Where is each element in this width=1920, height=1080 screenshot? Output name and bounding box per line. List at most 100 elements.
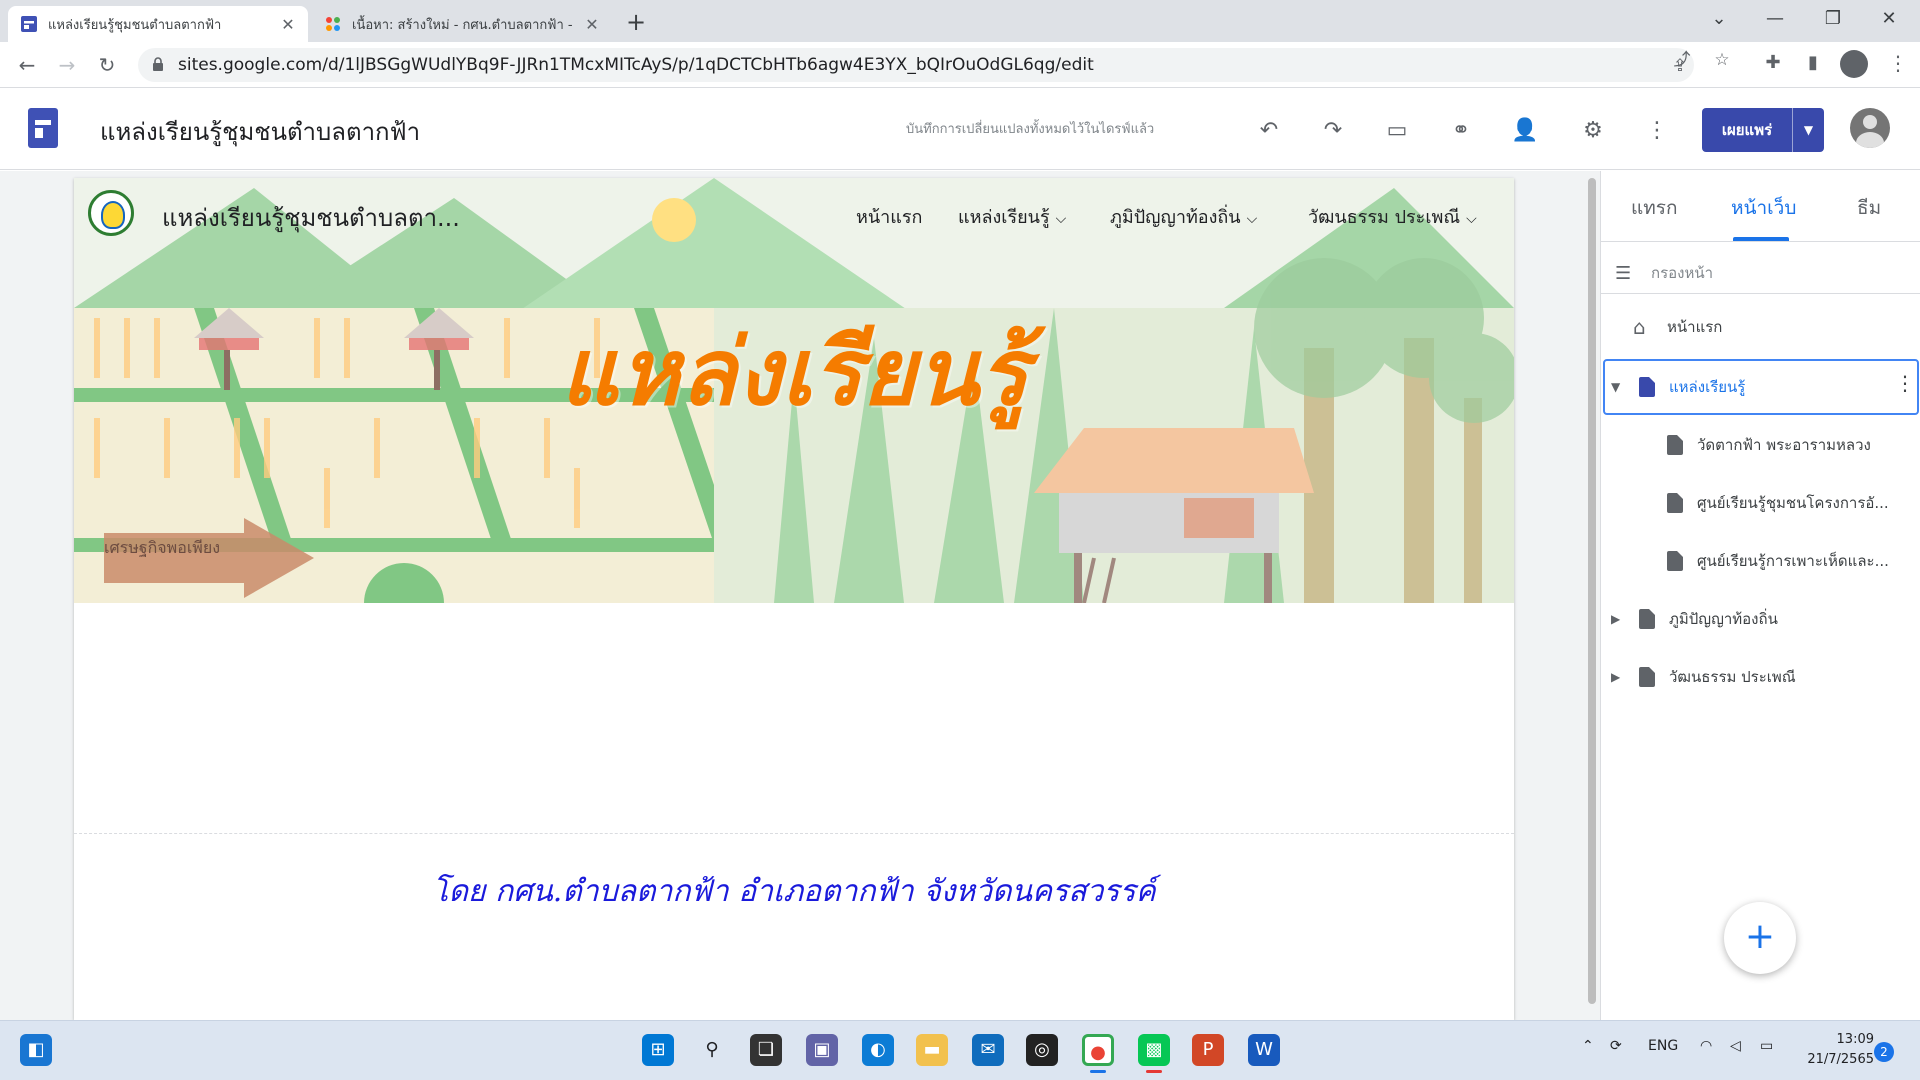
more-options-icon[interactable]: ⋮ — [1642, 116, 1672, 146]
tab-pages[interactable]: หน้าเว็บ — [1731, 193, 1796, 223]
tab-themes[interactable]: ธีม — [1857, 193, 1881, 223]
tab-insert[interactable]: แทรก — [1631, 193, 1677, 223]
search-icon[interactable]: ⚲ — [696, 1034, 728, 1066]
hero-title[interactable]: แหล่งเรียนรู้ — [554, 298, 1034, 445]
browser-menu-icon[interactable]: ⋮ — [1886, 50, 1910, 76]
share-page-icon[interactable]: ⤴ — [1672, 50, 1692, 70]
nav-learning[interactable]: แหล่งเรียนรู้ ⌵ — [958, 202, 1066, 231]
page-more-options-icon[interactable]: ⋮ — [1895, 371, 1915, 395]
undo-icon[interactable]: ↶ — [1254, 116, 1284, 146]
preview-devices-icon[interactable]: ▭ — [1382, 116, 1412, 146]
page-item-sub2[interactable]: ศูนย์เรียนรู้ชุมชนโครงการอั... — [1667, 487, 1913, 519]
edge-icon[interactable]: ◐ — [862, 1034, 894, 1066]
show-hidden-icons-icon[interactable]: ⌃ — [1582, 1038, 1594, 1054]
section-divider — [74, 833, 1514, 834]
save-status: บันทึกการเปลี่ยนแปลงทั้งหมดไว้ในไดรฟ์แล้… — [906, 122, 1155, 137]
settings-gear-icon[interactable]: ⚙ — [1578, 116, 1608, 146]
tab-sites-editor[interactable]: แหล่งเรียนรู้ชุมชนตำบลตากฟ้า ✕ — [8, 6, 308, 42]
powerpoint-icon[interactable]: P — [1192, 1034, 1224, 1066]
joomla-favicon-icon — [326, 17, 340, 31]
page-doc-icon — [1667, 435, 1683, 455]
start-icon[interactable]: ⊞ — [642, 1034, 674, 1066]
google-sites-logo-icon[interactable] — [28, 108, 58, 148]
nav-wisdom[interactable]: ภูมิปัญญาท้องถิ่น ⌵ — [1110, 202, 1257, 231]
signpost-text: เศรษฐกิจพอเพียง — [104, 538, 221, 557]
bookmark-star-icon[interactable]: ☆ — [1712, 50, 1732, 70]
page-label: ศูนย์เรียนรู้การเพาะเห็ดและ... — [1697, 552, 1889, 570]
page-item-home[interactable]: ⌂ หน้าแรก — [1633, 311, 1722, 343]
page-label: ภูมิปัญญาท้องถิ่น — [1669, 610, 1778, 628]
site-header-name[interactable]: แหล่งเรียนรู้ชุมชนตำบลตา... — [162, 198, 460, 237]
notification-badge[interactable]: 2 — [1874, 1042, 1894, 1062]
close-tab-icon[interactable]: ✕ — [280, 15, 296, 34]
page-doc-icon — [1667, 551, 1683, 571]
chevron-down-icon: ⌵ — [1246, 211, 1258, 227]
tab-search-chevron-icon[interactable]: ⌄ — [1696, 4, 1742, 34]
page-label: แหล่งเรียนรู้ — [1669, 378, 1746, 396]
restore-icon[interactable]: ❐ — [1810, 4, 1856, 34]
battery-icon[interactable]: ▭ — [1760, 1038, 1773, 1054]
tab-title: เนื้อหา: สร้างใหม่ - กศน.ตำบลตากฟ้า - — [352, 17, 573, 33]
back-icon[interactable]: ← — [12, 50, 42, 80]
nav-learning-label: แหล่งเรียนรู้ — [958, 207, 1050, 228]
page-item-sub1[interactable]: วัดตากฟ้า พระอารามหลวง — [1667, 429, 1913, 461]
page-item-sub3[interactable]: ศูนย์เรียนรู้การเพาะเห็ดและ... — [1667, 545, 1913, 577]
page-item-wisdom[interactable]: ▶ ภูมิปัญญาท้องถิ่น — [1611, 603, 1901, 635]
volume-icon[interactable]: ◁ — [1730, 1038, 1741, 1054]
tab-joomla[interactable]: เนื้อหา: สร้างใหม่ - กศน.ตำบลตากฟ้า - ✕ — [312, 6, 612, 42]
canvas-scrollbar[interactable] — [1588, 178, 1596, 1004]
hero-banner[interactable]: แหล่งเรียนรู้ชุมชนตำบลตา... หน้าแรก แหล่… — [74, 178, 1514, 603]
system-clock[interactable]: 13:09 21/7/2565 — [1794, 1030, 1874, 1070]
expand-caret-right-icon[interactable]: ▶ — [1611, 612, 1625, 626]
mail-icon[interactable]: ✉ — [972, 1034, 1004, 1066]
redo-icon[interactable]: ↷ — [1318, 116, 1348, 146]
site-document-title[interactable]: แหล่งเรียนรู้ชุมชนตำบลตากฟ้า — [100, 112, 420, 151]
nav-home[interactable]: หน้าแรก — [856, 202, 922, 231]
new-tab-button[interactable]: + — [622, 8, 650, 36]
network-sync-icon[interactable]: ⟳ — [1610, 1038, 1622, 1054]
expand-caret-right-icon[interactable]: ▶ — [1611, 670, 1625, 684]
word-icon[interactable]: W — [1248, 1034, 1280, 1066]
sites-editor-header: แหล่งเรียนรู้ชุมชนตำบลตากฟ้า บันทึกการเป… — [0, 88, 1920, 170]
forward-icon[interactable]: → — [52, 50, 82, 80]
account-avatar[interactable] — [1850, 108, 1890, 148]
task-view-icon[interactable]: ❏ — [750, 1034, 782, 1066]
teams-chat-icon[interactable]: ▣ — [806, 1034, 838, 1066]
nav-culture[interactable]: วัฒนธรรม ประเพณี ⌵ — [1308, 202, 1477, 231]
page-item-culture[interactable]: ▶ วัฒนธรรม ประเพณี — [1611, 661, 1901, 693]
site-page-preview[interactable]: แหล่งเรียนรู้ชุมชนตำบลตา... หน้าแรก แหล่… — [74, 178, 1514, 1020]
page-item-learning[interactable]: ▼ แหล่งเรียนรู้ — [1611, 371, 1891, 403]
wifi-icon[interactable]: ◠ — [1700, 1038, 1712, 1054]
publish-label: เผยแพร่ — [1721, 121, 1773, 139]
line-app-icon[interactable]: ▩ — [1138, 1034, 1170, 1066]
widgets-icon[interactable]: ◧ — [20, 1034, 52, 1066]
close-window-icon[interactable]: ✕ — [1866, 4, 1912, 34]
filter-pages[interactable]: ☰ กรองหน้า — [1615, 261, 1713, 285]
publish-button[interactable]: เผยแพร่ ▼ — [1702, 108, 1824, 152]
page-doc-icon — [1639, 667, 1655, 687]
publish-dropdown-icon[interactable]: ▼ — [1792, 108, 1824, 152]
side-panel-icon[interactable]: ▮ — [1800, 50, 1826, 76]
page-label: วัฒนธรรม ประเพณี — [1669, 668, 1796, 686]
browser-profile-avatar[interactable] — [1840, 50, 1868, 78]
site-logo[interactable] — [88, 190, 134, 236]
page-label: หน้าแรก — [1667, 318, 1723, 336]
add-page-button[interactable]: + — [1724, 902, 1796, 974]
page-doc-icon — [1667, 493, 1683, 513]
dell-icon[interactable]: ◎ — [1026, 1034, 1058, 1066]
file-explorer-icon[interactable]: ▬ — [916, 1034, 948, 1066]
tab-title: แหล่งเรียนรู้ชุมชนตำบลตากฟ้า — [48, 17, 222, 33]
google-sites-favicon-icon — [21, 16, 37, 32]
chrome-icon[interactable]: ● — [1082, 1034, 1114, 1066]
close-tab-icon[interactable]: ✕ — [584, 15, 600, 34]
copy-link-icon[interactable]: ⚭ — [1446, 116, 1476, 146]
extensions-icon[interactable]: ✚ — [1760, 50, 1786, 76]
minimize-icon[interactable]: — — [1752, 4, 1798, 34]
input-language[interactable]: ENG — [1648, 1038, 1678, 1054]
address-bar[interactable]: sites.google.com/d/1lJBSGgWUdlYBq9F-JJRn… — [138, 48, 1694, 82]
share-with-others-icon[interactable]: 👤 — [1510, 116, 1540, 146]
expand-caret-down-icon[interactable]: ▼ — [1611, 380, 1625, 394]
panel-divider — [1601, 241, 1920, 242]
footer-credit[interactable]: โดย กศน.ตำบลตากฟ้า อำเภอตากฟ้า จังหวัดนค… — [74, 868, 1514, 915]
reload-icon[interactable]: ↻ — [92, 50, 122, 80]
